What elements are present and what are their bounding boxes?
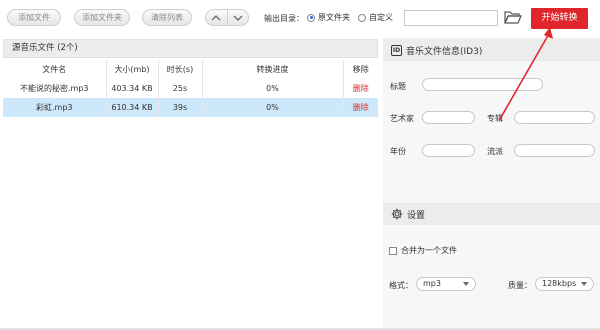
radio-dot (307, 13, 315, 22)
format-label: 格式： (389, 281, 413, 290)
genre-label: 流派 (487, 147, 503, 156)
file-progress: 0% (202, 98, 344, 117)
output-path-input[interactable] (404, 10, 498, 26)
quality-select[interactable]: 128kbps (535, 277, 594, 291)
file-size: 403.34 KB (106, 79, 159, 98)
col-size: 大小(mb) (106, 60, 159, 79)
quality-label: 质量： (508, 281, 532, 290)
quality-value: 128kbps (542, 279, 577, 288)
chevron-down-icon (463, 282, 469, 286)
file-duration: 25s (158, 79, 203, 98)
genre-field[interactable] (514, 144, 595, 157)
chevron-down-icon (233, 15, 243, 21)
col-progress: 转换进度 (202, 60, 344, 79)
remove-link[interactable]: 删除 (343, 79, 378, 98)
radio-custom-folder[interactable]: 自定义 (358, 12, 393, 23)
col-filename: 文件名 (3, 60, 107, 79)
annotation-arrow (499, 27, 553, 120)
add-folder-button[interactable]: 添加文件夹 (74, 9, 130, 26)
settings-title: 设置 (407, 210, 426, 221)
move-buttons (205, 9, 249, 26)
checkbox-box (389, 246, 397, 255)
col-remove: 移除 (343, 60, 378, 79)
id3-icon: ID (391, 44, 402, 56)
file-size: 610.34 KB (106, 98, 159, 117)
radio-original-label: 原文件夹 (318, 13, 350, 22)
settings-section-header: 设置 (383, 203, 600, 225)
file-name: 不能说的秘密.mp3 (3, 79, 107, 98)
title-label: 标题 (390, 82, 406, 91)
remove-link[interactable]: 删除 (343, 98, 378, 117)
add-file-button[interactable]: 添加文件 (7, 9, 61, 26)
format-select[interactable]: mp3 (416, 277, 476, 291)
file-name: 彩虹.mp3 (3, 98, 107, 117)
artist-label: 艺术家 (390, 114, 414, 123)
table-row[interactable]: 不能说的秘密.mp3 403.34 KB 25s 0% 删除 (3, 79, 378, 98)
radio-custom-label: 自定义 (369, 13, 393, 22)
folder-icon (504, 11, 522, 24)
file-list-header: 源音乐文件 (2个) (3, 39, 378, 58)
year-field[interactable] (422, 144, 475, 157)
merge-label: 合并为一个文件 (401, 246, 457, 255)
clear-list-button[interactable]: 清除列表 (142, 9, 192, 26)
file-table: 文件名 大小(mb) 时长(s) 转换进度 移除 不能说的秘密.mp3 403.… (3, 60, 378, 117)
format-value: mp3 (423, 279, 441, 288)
file-progress: 0% (202, 79, 344, 98)
move-up-button[interactable] (206, 10, 227, 25)
radio-original-folder[interactable]: 原文件夹 (307, 12, 350, 23)
artist-field[interactable] (422, 111, 475, 124)
table-row[interactable]: 彩虹.mp3 610.34 KB 39s 0% 删除 (3, 98, 378, 117)
col-duration: 时长(s) (158, 60, 203, 79)
gear-icon (391, 208, 403, 220)
merge-checkbox[interactable]: 合并为一个文件 (389, 245, 457, 256)
output-dir-label: 输出目录： (264, 14, 304, 23)
chevron-down-icon (581, 282, 587, 286)
move-down-button[interactable] (226, 10, 249, 25)
radio-dot (358, 13, 366, 22)
chevron-up-icon (211, 14, 221, 20)
year-label: 年份 (390, 147, 406, 156)
id3-title: 音乐文件信息(ID3) (406, 46, 483, 57)
file-duration: 39s (158, 98, 203, 117)
